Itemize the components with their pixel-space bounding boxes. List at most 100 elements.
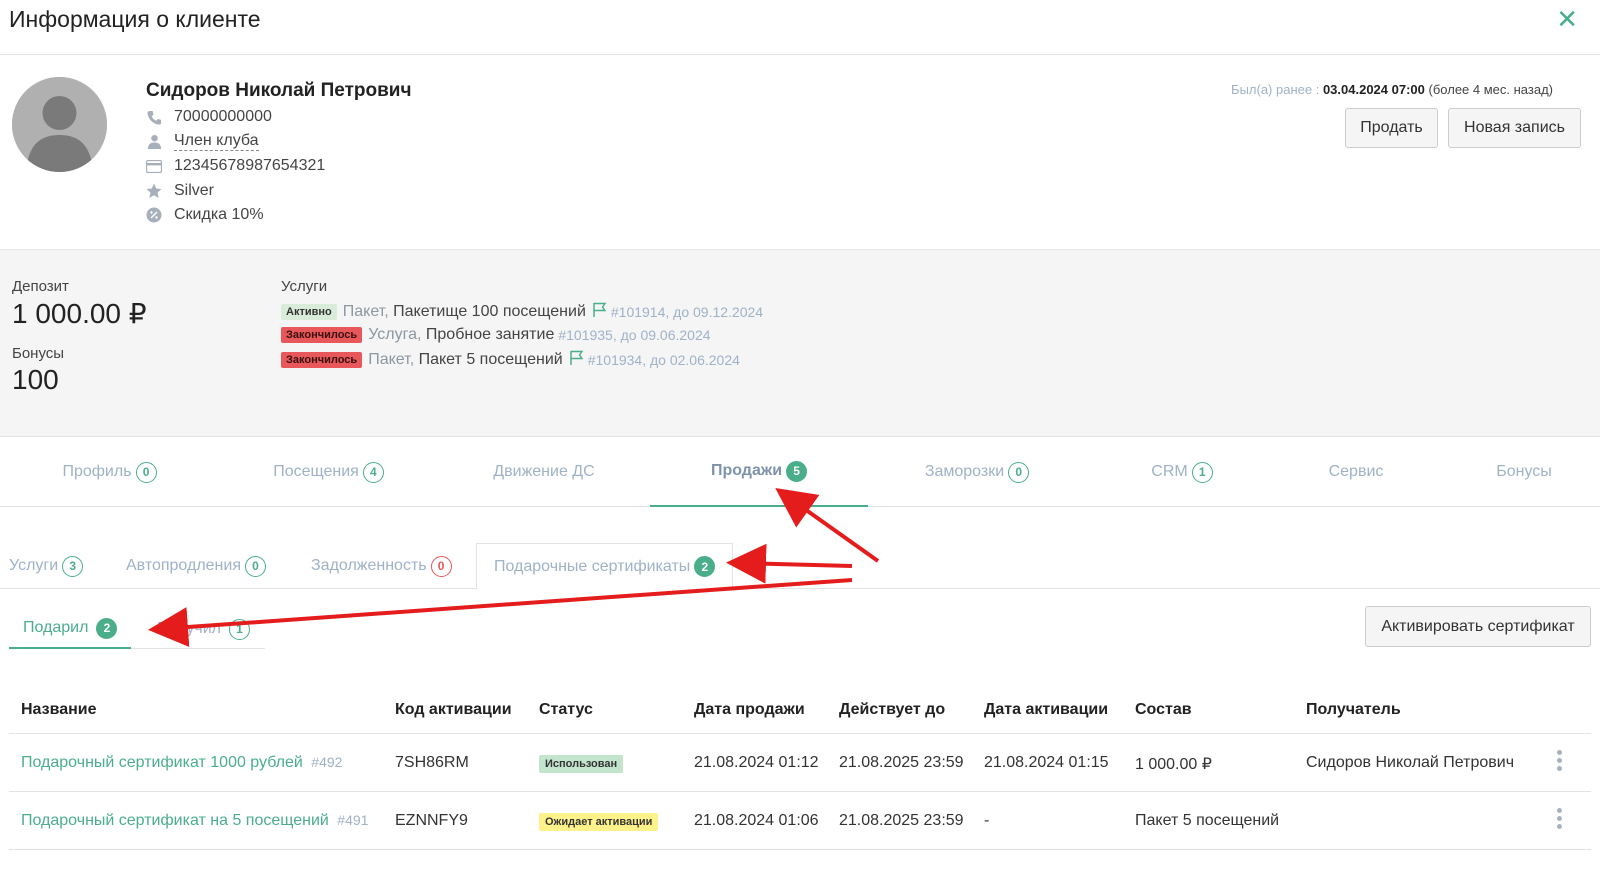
service-line[interactable]: Закончилось Пакет, Пакет 5 посещений #10… xyxy=(281,350,740,369)
kebab-icon[interactable] xyxy=(1557,750,1563,771)
column-header: Состав xyxy=(1135,701,1192,718)
user-icon xyxy=(146,134,162,150)
last-visit-label: Был(а) ранее : xyxy=(1231,82,1320,97)
new-record-button[interactable]: Новая запись xyxy=(1448,108,1581,148)
table-row: Подарочный сертификат на 5 посещений #49… xyxy=(9,792,1591,850)
tab-sales[interactable]: Продажи 5 xyxy=(650,437,868,507)
certificate-link[interactable]: Подарочный сертификат 1000 рублей xyxy=(21,754,303,771)
subtab-label: Автопродления xyxy=(126,557,241,574)
sale-date: 21.08.2024 01:06 xyxy=(694,812,819,829)
certificate-name-cell: Подарочный сертификат 1000 рублей #492 xyxy=(21,754,342,772)
subtab-count: 3 xyxy=(62,555,84,577)
client-discount-line: Скидка 10% xyxy=(146,203,325,228)
sell-button[interactable]: Продать xyxy=(1345,108,1438,148)
client-phone: 70000000000 xyxy=(174,108,272,126)
tab-count: 2 xyxy=(96,617,118,639)
subtab-count: 0 xyxy=(244,555,266,577)
tab-count: 1 xyxy=(229,618,250,640)
tab-label: Посещения xyxy=(273,463,359,480)
tab-received[interactable]: Получил 1 xyxy=(157,609,250,649)
subtab-count: 2 xyxy=(694,556,716,577)
phone-icon xyxy=(146,109,162,125)
client-info: 70000000000 Член клуба 12345678987654321… xyxy=(146,105,325,228)
service-kind: Услуга, xyxy=(368,326,422,343)
client-card: Сидоров Николай Петрович 70000000000 Чле… xyxy=(0,55,1600,250)
certificate-id: #491 xyxy=(337,812,369,828)
client-level: Silver xyxy=(174,181,215,199)
service-line[interactable]: Закончилось Услуга, Пробное занятие #101… xyxy=(281,326,711,344)
subtab-autorenewals[interactable]: Автопродления 0 xyxy=(126,543,266,589)
service-meta: #101935, до 09.06.2024 xyxy=(558,327,711,343)
activate-certificate-button[interactable]: Активировать сертификат xyxy=(1365,606,1591,647)
subtab-label: Подарочные сертификаты xyxy=(494,557,691,575)
client-level-line: Silver xyxy=(146,179,325,204)
subtab-debts[interactable]: Задолженность 0 xyxy=(311,543,452,589)
tab-label: Получил xyxy=(157,620,221,637)
subtab-gift-certificates[interactable]: Подарочные сертификаты 2 xyxy=(476,543,734,590)
service-line[interactable]: Активно Пакет, Пакетище 100 посещений #1… xyxy=(281,302,763,321)
services-title: Услуги xyxy=(281,278,328,295)
certificate-link[interactable]: Подарочный сертификат на 5 посещений xyxy=(21,812,329,829)
avatar-icon xyxy=(12,77,107,172)
client-group[interactable]: Член клуба xyxy=(174,132,259,152)
client-card-line: 12345678987654321 xyxy=(146,154,325,179)
tab-label: Сервис xyxy=(1328,463,1384,480)
activation-date: - xyxy=(984,812,990,829)
sales-sub-tabs: Услуги 3 Автопродления 0 Задолженность 0 По… xyxy=(0,543,1600,590)
column-header: Код активации xyxy=(395,701,512,718)
tab-crm[interactable]: CRM 1 xyxy=(1086,437,1278,507)
status-badge: Активно xyxy=(281,303,337,320)
valid-until: 21.08.2025 23:59 xyxy=(839,812,964,829)
valid-until: 21.08.2025 23:59 xyxy=(839,754,964,771)
subtab-count: 0 xyxy=(430,555,452,577)
service-name: Пакет 5 посещений xyxy=(418,350,563,368)
status-badge: Использован xyxy=(539,755,624,773)
subtab-services[interactable]: Услуги 3 xyxy=(9,543,84,589)
flag-icon xyxy=(569,350,584,369)
certificate-tabs: Подарил 2 Получил 1 xyxy=(9,609,265,649)
subtab-label: Задолженность xyxy=(311,557,427,574)
deposit-label: Депозит xyxy=(12,278,69,295)
client-name: Сидоров Николай Петрович xyxy=(146,80,412,101)
table-header: Название Код активации Статус Дата прода… xyxy=(9,689,1591,734)
tab-count: 4 xyxy=(362,461,384,483)
activation-code: 7SH86RM xyxy=(395,754,469,771)
service-kind: Пакет, xyxy=(342,302,389,320)
tab-count: 0 xyxy=(135,461,157,483)
kebab-icon[interactable] xyxy=(1557,808,1563,829)
column-header: Получатель xyxy=(1306,701,1401,718)
certificate-content: Пакет 5 посещений xyxy=(1135,812,1280,829)
tab-label: Подарил xyxy=(23,619,89,636)
table-row: Подарочный сертификат 1000 рублей #492 7… xyxy=(9,734,1591,792)
recipient[interactable]: Сидоров Николай Петрович xyxy=(1306,754,1514,772)
subtab-label: Услуги xyxy=(9,557,59,574)
tab-count: 5 xyxy=(786,460,808,482)
status-badge: Ожидает активации xyxy=(539,813,659,831)
client-summary: Депозит 1 000.00 ₽ Бонусы 100 Услуги Акт… xyxy=(0,250,1600,437)
star-icon xyxy=(146,183,162,199)
card-icon xyxy=(146,158,162,174)
modal-title: Информация о клиенте xyxy=(9,6,261,32)
bonus-value: 100 xyxy=(12,364,59,395)
main-tabs: Профиль 0 Посещения 4 Движение ДС Продажи 5… xyxy=(0,437,1600,507)
tab-cash-flow[interactable]: Движение ДС xyxy=(438,437,650,507)
last-visit: Был(а) ранее : 03.04.2024 07:00 (более 4… xyxy=(1231,82,1553,97)
tab-service[interactable]: Сервис xyxy=(1278,437,1434,507)
tab-count: 1 xyxy=(1191,461,1213,483)
close-icon[interactable]: ✕ xyxy=(1556,4,1578,35)
tab-label: Бонусы xyxy=(1496,463,1552,480)
service-meta: #101914, до 09.12.2024 xyxy=(610,303,764,320)
tab-freezes[interactable]: Заморозки 0 xyxy=(868,437,1086,507)
certificate-content: 1 000.00 ₽ xyxy=(1135,756,1212,773)
flag-icon xyxy=(592,302,607,321)
tab-label: Движение ДС xyxy=(493,463,595,480)
column-header: Дата активации xyxy=(984,701,1109,718)
tab-gifted[interactable]: Подарил 2 xyxy=(9,609,132,649)
service-name: Пробное занятие xyxy=(425,326,555,343)
tab-bonuses[interactable]: Бонусы xyxy=(1434,437,1600,507)
tab-visits[interactable]: Посещения 4 xyxy=(219,437,438,507)
client-group-line: Член клуба xyxy=(146,130,325,155)
client-card-number: 12345678987654321 xyxy=(174,157,326,175)
client-discount: Скидка 10% xyxy=(174,206,264,224)
tab-profile[interactable]: Профиль 0 xyxy=(0,437,219,507)
